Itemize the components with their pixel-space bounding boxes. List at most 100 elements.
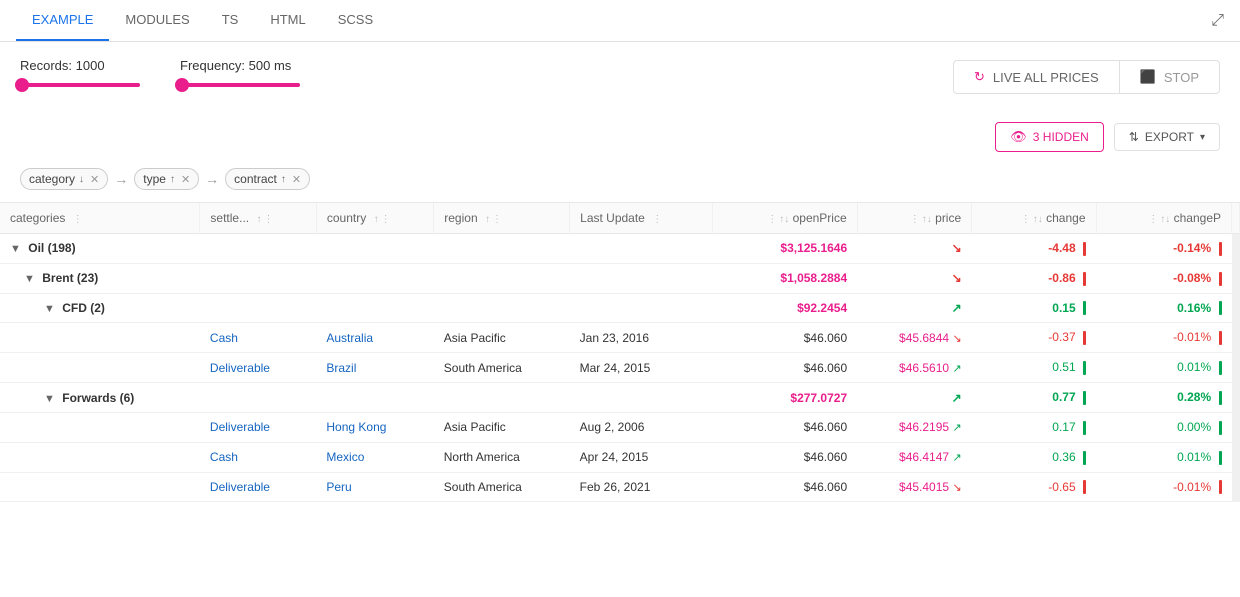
stop-button[interactable]: ⬛ STOP	[1119, 60, 1220, 94]
filter-type-label: type	[143, 172, 166, 186]
col-menu-icon-7[interactable]: ⋮	[910, 214, 920, 225]
sort-icons[interactable]: ↑↓	[779, 214, 789, 225]
tab-modules[interactable]: MODULES	[109, 0, 205, 41]
col-menu-icon-5[interactable]: ⋮	[652, 214, 662, 225]
expand-cfd-icon[interactable]: ▼	[44, 303, 55, 315]
change-bar	[1083, 391, 1086, 405]
col-header-categories[interactable]: categories ⋮	[0, 203, 200, 234]
price-down-arrow: ↘	[952, 333, 961, 345]
col-menu-icon-4[interactable]: ⋮	[492, 214, 502, 225]
tab-scss[interactable]: SCSS	[322, 0, 389, 41]
change-p-value: 0.16%	[1177, 301, 1211, 315]
change-cell: -0.86	[972, 263, 1096, 293]
col-menu-icon-3[interactable]: ⋮	[381, 214, 391, 225]
remove-contract-filter[interactable]: ✕	[292, 173, 301, 186]
country-link[interactable]: Brazil	[326, 361, 356, 375]
sort-icons-3[interactable]: ↑↓	[1033, 214, 1043, 225]
col-header-change[interactable]: ⋮↑↓ change	[972, 203, 1096, 234]
expand-forwards-icon[interactable]: ▼	[44, 393, 55, 405]
frequency-slider[interactable]	[180, 83, 300, 87]
col-header-region[interactable]: region ↑⋮	[434, 203, 570, 234]
change-cell: -0.37	[972, 323, 1096, 353]
empty-cell	[316, 263, 433, 293]
remove-type-filter[interactable]: ✕	[181, 173, 190, 186]
change-bar	[1083, 421, 1086, 435]
country-link[interactable]: Hong Kong	[326, 420, 386, 434]
col-label-open-price: openPrice	[793, 211, 847, 225]
col-menu-icon-2[interactable]: ⋮	[263, 214, 273, 225]
table-row: Deliverable Brazil South America Mar 24,…	[0, 353, 1240, 383]
sort-icons-4[interactable]: ↑↓	[1160, 214, 1170, 225]
group-cell-forwards[interactable]: ▼ Forwards (6)	[0, 383, 200, 413]
group-cell-brent[interactable]: ▼ Brent (23)	[0, 263, 200, 293]
sort-down-icon: ↓	[79, 174, 84, 185]
change-value: 0.51	[1052, 360, 1075, 374]
table-row: Cash Mexico North America Apr 24, 2015 $…	[0, 442, 1240, 472]
remove-category-filter[interactable]: ✕	[90, 173, 99, 186]
sort-up-icon-region[interactable]: ↑	[485, 214, 490, 225]
live-stop-buttons: ↻ LIVE ALL PRICES ⬛ STOP	[953, 58, 1220, 96]
filter-tag-type[interactable]: type ↑ ✕	[134, 168, 199, 190]
expand-oil-icon[interactable]: ▼	[10, 243, 21, 255]
col-menu-icon[interactable]: ⋮	[73, 214, 83, 225]
empty-cell	[434, 234, 570, 264]
change-bar	[1083, 242, 1086, 256]
table-header-row: categories ⋮ settle... ↑⋮ country ↑⋮ reg…	[0, 203, 1240, 234]
filter-tag-category[interactable]: category ↓ ✕	[20, 168, 108, 190]
open-price-cell: $1,058.2884	[712, 263, 857, 293]
change-cell: 0.17	[972, 412, 1096, 442]
controls-row: Records: 1000 Frequency: 500 ms ↻ LIVE A…	[0, 42, 1240, 112]
col-menu-icon-9[interactable]: ⋮	[1148, 214, 1158, 225]
change-p-cell: 0.28%	[1096, 383, 1232, 413]
settle-link[interactable]: Deliverable	[210, 361, 270, 375]
group-cell-oil[interactable]: ▼ Oil (198)	[0, 234, 200, 264]
col-header-last-update[interactable]: Last Update ⋮	[570, 203, 713, 234]
sort-up-icon[interactable]: ↑	[256, 214, 261, 225]
empty-cell	[434, 383, 570, 413]
hidden-columns-button[interactable]: 👁 3 HIDDEN	[995, 122, 1104, 152]
settle-cell: Deliverable	[200, 412, 316, 442]
tab-example[interactable]: EXAMPLE	[16, 0, 109, 41]
country-link[interactable]: Peru	[326, 480, 351, 494]
expand-brent-icon[interactable]: ▼	[24, 273, 35, 285]
settle-link[interactable]: Cash	[210, 331, 238, 345]
empty-cell	[434, 293, 570, 323]
export-button[interactable]: ⇅ EXPORT ▾	[1114, 123, 1220, 151]
col-label-price: price	[935, 211, 961, 225]
col-header-open-price[interactable]: ⋮↑↓ openPrice	[712, 203, 857, 234]
filter-tag-contract[interactable]: contract ↑ ✕	[225, 168, 310, 190]
table-row: ▼ CFD (2) $92.2454 ↗ 0.15 0.16%	[0, 293, 1240, 323]
tab-html[interactable]: HTML	[254, 0, 321, 41]
live-label: LIVE ALL PRICES	[993, 70, 1099, 85]
price-value: $46.2195	[899, 420, 949, 434]
col-header-change-p[interactable]: ⋮↑↓ changeP	[1096, 203, 1232, 234]
change-value: 0.15	[1052, 301, 1075, 315]
settle-link[interactable]: Deliverable	[210, 420, 270, 434]
col-label-country: country	[327, 211, 366, 225]
col-header-settle[interactable]: settle... ↑⋮	[200, 203, 316, 234]
sort-icons-2[interactable]: ↑↓	[922, 214, 932, 225]
country-cell: Brazil	[316, 353, 433, 383]
country-cell: Hong Kong	[316, 412, 433, 442]
sort-up-icon-country[interactable]: ↑	[374, 214, 379, 225]
settle-link[interactable]: Deliverable	[210, 480, 270, 494]
country-link[interactable]: Australia	[326, 331, 373, 345]
expand-icon[interactable]: ⤢	[1211, 12, 1224, 30]
price-up-arrow: ↗	[952, 363, 961, 375]
change-bar	[1083, 331, 1086, 345]
settle-link[interactable]: Cash	[210, 450, 238, 464]
col-menu-icon-6[interactable]: ⋮	[767, 214, 777, 225]
change-p-cell: -0.01%	[1096, 323, 1232, 353]
change-p-bar	[1219, 272, 1222, 286]
live-all-prices-button[interactable]: ↻ LIVE ALL PRICES	[953, 60, 1119, 94]
col-menu-icon-8[interactable]: ⋮	[1021, 214, 1031, 225]
col-header-country[interactable]: country ↑⋮	[316, 203, 433, 234]
tab-ts[interactable]: TS	[206, 0, 255, 41]
price-cell: $46.5610 ↗	[857, 353, 972, 383]
country-link[interactable]: Mexico	[326, 450, 364, 464]
col-header-price[interactable]: ⋮↑↓ price	[857, 203, 972, 234]
change-bar	[1083, 480, 1086, 494]
records-slider[interactable]	[20, 83, 140, 87]
col-label-last-update: Last Update	[580, 211, 645, 225]
group-cell-cfd[interactable]: ▼ CFD (2)	[0, 293, 200, 323]
